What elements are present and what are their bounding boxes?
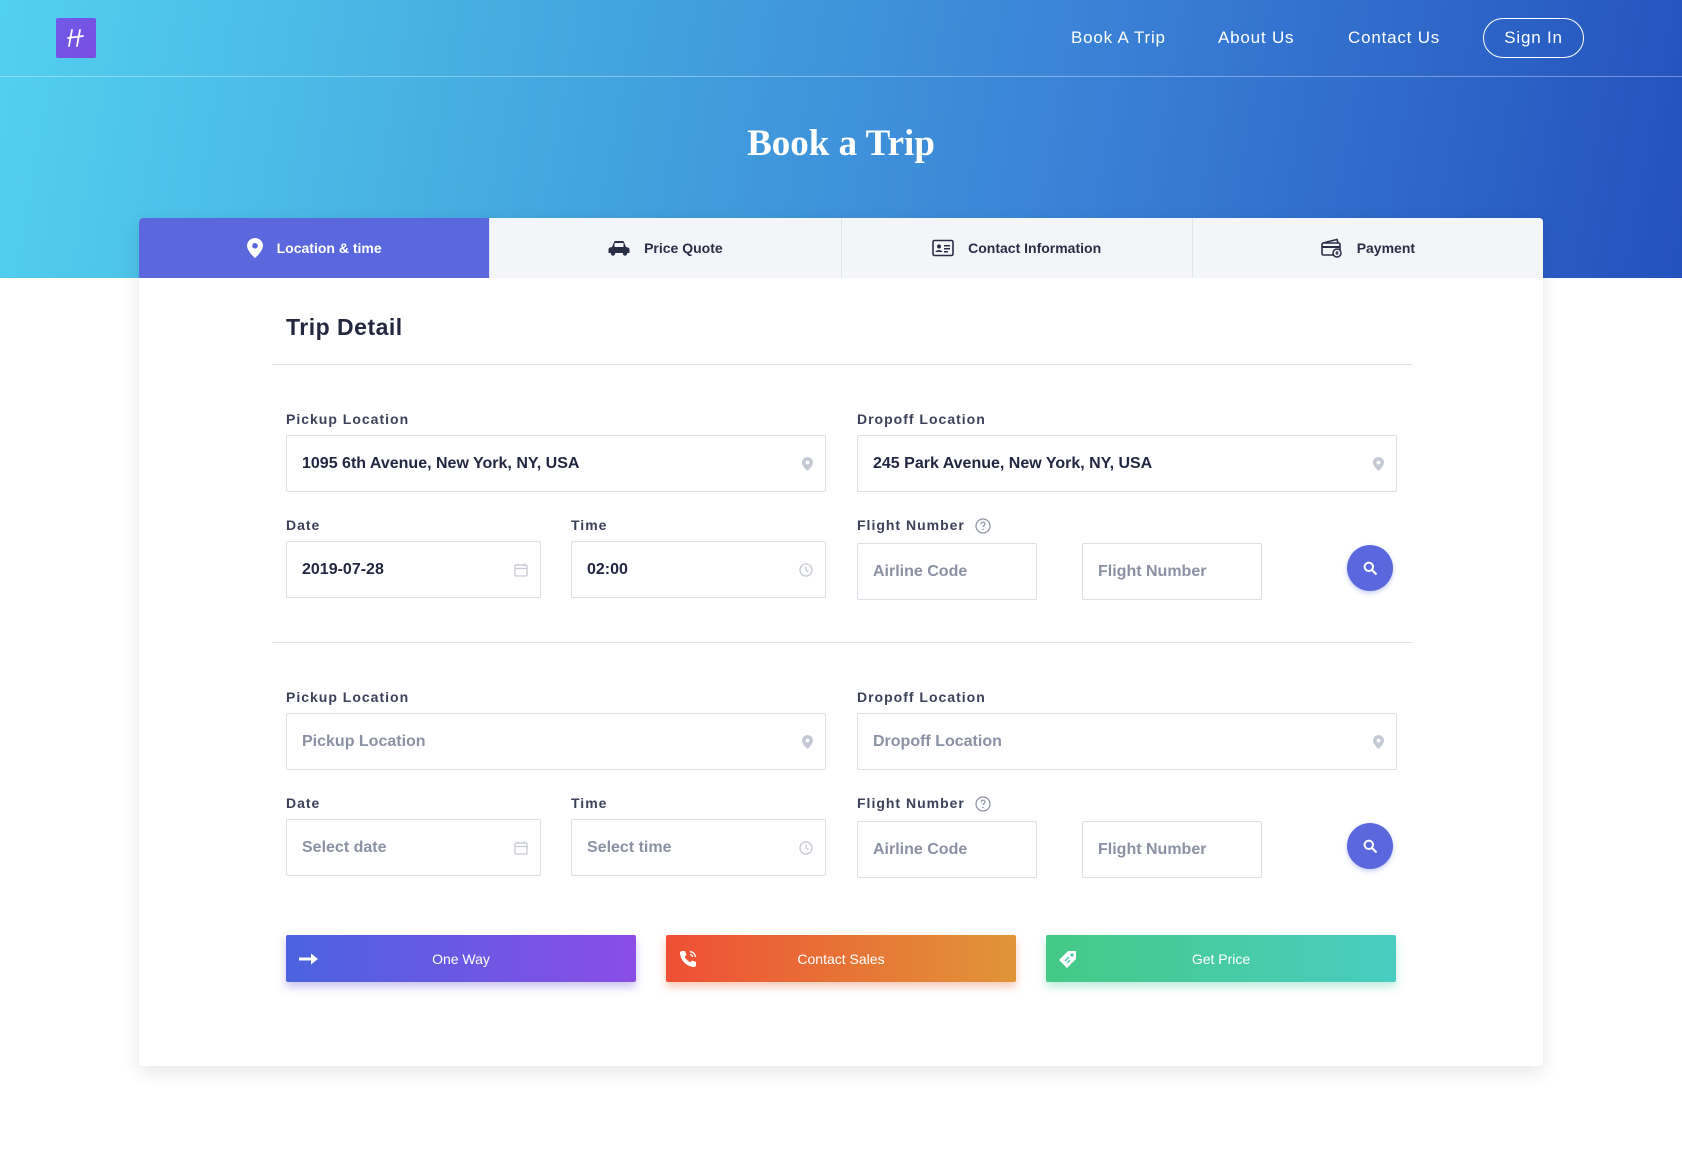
dropoff-location-label: Dropoff Location [857,411,986,427]
map-pin-icon [1373,456,1384,471]
page-title: Book a Trip [747,123,935,164]
time-label: Time [571,517,608,533]
one-way-button[interactable]: One Way [286,935,636,982]
time-input[interactable]: Select time [571,819,826,876]
map-pin-icon [802,734,813,749]
section-title: Trip Detail [286,314,403,340]
divider [272,642,1412,643]
calendar-icon [514,841,528,855]
help-icon[interactable] [975,796,991,812]
map-pin-icon [246,238,263,258]
booking-card: Location & time Price Quote Contact Info… [139,218,1543,1066]
flight-number-label-text: Flight Number [857,517,965,533]
tab-label: Payment [1356,240,1416,256]
airline-code-placeholder: Airline Code [873,562,968,580]
nav-book-a-trip[interactable]: Book A Trip [1071,28,1166,48]
pickup-location-label: Pickup Location [286,411,410,427]
id-card-icon [932,239,954,257]
pickup-location-input[interactable]: 1095 6th Avenue, New York, NY, USA [286,435,826,492]
clock-icon [799,840,813,855]
airline-code-input[interactable]: Airline Code [857,821,1037,878]
date-label: Date [286,517,321,533]
flight-number-label: Flight Number [857,517,991,534]
tab-price-quote[interactable]: Price Quote [490,218,842,278]
flight-number-input[interactable]: Flight Number [1082,821,1262,878]
price-tag-icon [1059,950,1076,968]
dropoff-location-label: Dropoff Location [857,689,986,705]
help-icon[interactable] [975,518,991,534]
pickup-location-input[interactable]: Pickup Location [286,713,826,770]
get-price-button[interactable]: Get Price [1046,935,1396,982]
tab-label: Price Quote [644,240,723,256]
time-input[interactable]: 02:00 [571,541,826,598]
dropoff-location-placeholder: Dropoff Location [873,732,1002,750]
nav-about-us[interactable]: About Us [1218,28,1294,48]
pickup-location-placeholder: Pickup Location [302,732,426,750]
flight-number-label-text: Flight Number [857,795,965,811]
time-label: Time [571,795,608,811]
contact-sales-label: Contact Sales [797,950,885,967]
map-pin-icon [1373,734,1384,749]
dropoff-location-value: 245 Park Avenue, New York, NY, USA [873,454,1153,472]
payment-icon [1320,238,1342,258]
tab-payment[interactable]: Payment [1192,218,1543,278]
arrow-right-icon [299,953,318,964]
flight-number-placeholder: Flight Number [1098,562,1207,580]
sign-in-button[interactable]: Sign In [1483,18,1584,58]
date-input[interactable]: Select date [286,819,541,876]
airline-code-input[interactable]: Airline Code [857,543,1037,600]
flight-search-button[interactable] [1347,823,1393,869]
pickup-location-value: 1095 6th Avenue, New York, NY, USA [302,454,580,472]
flight-number-input[interactable]: Flight Number [1082,543,1262,600]
tab-location-time[interactable]: Location & time [139,218,491,278]
flight-number-placeholder: Flight Number [1098,840,1207,858]
phone-icon [680,950,697,967]
pickup-location-label: Pickup Location [286,689,410,705]
one-way-label: One Way [432,950,490,967]
date-value: 2019-07-28 [302,560,384,578]
search-icon [1363,839,1377,853]
flight-search-button[interactable] [1347,545,1393,591]
car-icon [608,241,630,256]
contact-sales-button[interactable]: Contact Sales [666,935,1016,982]
tab-contact-information[interactable]: Contact Information [841,218,1193,278]
map-pin-icon [802,456,813,471]
dropoff-location-input[interactable]: Dropoff Location [857,713,1397,770]
dropoff-location-input[interactable]: 245 Park Avenue, New York, NY, USA [857,435,1397,492]
divider [272,364,1412,365]
nav-contact-us[interactable]: Contact Us [1348,28,1440,48]
date-input[interactable]: 2019-07-28 [286,541,541,598]
booking-steps-tabs: Location & time Price Quote Contact Info… [139,218,1543,278]
calendar-icon [514,563,528,577]
date-label: Date [286,795,321,811]
brand-logo[interactable] [56,18,96,58]
get-price-label: Get Price [1191,950,1251,967]
tab-label: Contact Information [968,240,1102,256]
flight-number-label: Flight Number [857,795,991,812]
tab-label: Location & time [276,240,382,256]
clock-icon [799,562,813,577]
top-navbar: Book A Trip About Us Contact Us Sign In [0,0,1682,77]
airline-code-placeholder: Airline Code [873,840,968,858]
logo-mark-icon [67,29,84,47]
time-value: 02:00 [587,560,628,578]
date-placeholder: Select date [302,838,387,856]
search-icon [1363,561,1377,575]
time-placeholder: Select time [587,838,672,856]
